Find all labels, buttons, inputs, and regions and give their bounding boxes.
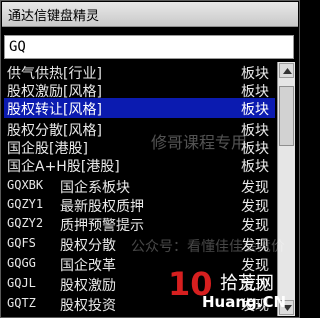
list-item[interactable]: GQZY2 质押预警提示 发现: [4, 214, 275, 234]
arrow-up-icon: [283, 68, 292, 74]
search-value: GQ: [9, 39, 26, 55]
item-name: 质押预警提示: [60, 218, 144, 234]
logo-chinese: 拾荒网: [220, 273, 274, 294]
list-item[interactable]: GQZY1 最新股权质押 发现: [4, 195, 275, 215]
item-name: 股权投资: [60, 298, 116, 314]
item-type: 板块: [241, 102, 269, 118]
item-name: 股权激励: [60, 278, 116, 294]
item-code: GQXBK: [7, 178, 44, 192]
item-type: 发现: [241, 180, 269, 196]
scroll-thumb[interactable]: [279, 86, 294, 146]
list-item-selected[interactable]: 股权转让[风格] 板块: [4, 98, 275, 118]
watermark-text: 修哥课程专用: [151, 133, 248, 152]
item-code: GQJL: [7, 276, 36, 290]
list-item[interactable]: 供气供热[行业] 板块: [4, 62, 275, 82]
item-code: GQFS: [7, 236, 36, 250]
item-name: 股权分散: [60, 238, 116, 254]
keyboard-wizard-window: 通达信键盘精灵 GQ 供气供热[行业] 板块 股权激励[风格] 板块 股权转让[…: [0, 0, 300, 318]
item-name: 股权转让[风格]: [7, 102, 102, 118]
item-name: 国企A+H股[港股]: [7, 159, 120, 175]
item-code: GQTZ: [7, 296, 36, 310]
item-name: 国企改革: [60, 258, 116, 274]
item-code: GQZY2: [7, 216, 44, 230]
list-item[interactable]: 国企A+H股[港股] 板块: [4, 155, 275, 175]
window-title: 通达信键盘精灵: [8, 9, 100, 24]
item-name: 国企系板块: [60, 180, 130, 196]
watermark-text: 公众号：看懂佳佳会竞价: [63, 42, 217, 58]
item-code: GQGG: [7, 256, 36, 270]
scroll-up-button[interactable]: [279, 63, 294, 78]
logo-domain: Huang.CN: [202, 293, 287, 311]
item-type: 发现: [241, 218, 269, 234]
list-item[interactable]: 股权激励[风格] 板块: [4, 80, 275, 100]
site-logo-watermark: 10 拾荒网 Huang.CN: [158, 263, 298, 315]
item-type: 板块: [241, 159, 269, 175]
title-bar[interactable]: 通达信键盘精灵: [2, 2, 298, 27]
item-code: GQZY1: [7, 197, 44, 211]
item-type: 发现: [241, 199, 269, 215]
watermark-text: 公众号：看懂佳佳会竞价: [131, 239, 285, 255]
item-name: 最新股权质押: [60, 199, 144, 215]
list-item[interactable]: GQXBK 国企系板块 发现: [4, 176, 275, 196]
